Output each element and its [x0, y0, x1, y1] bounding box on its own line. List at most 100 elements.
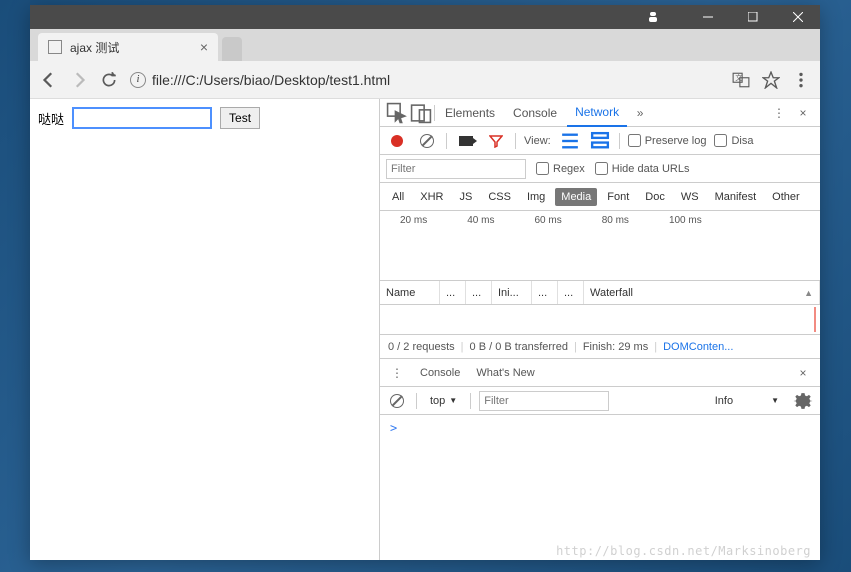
- status-finish: Finish: 29 ms: [583, 341, 648, 353]
- url-text: file:///C:/Users/biao/Desktop/test1.html: [152, 72, 390, 88]
- type-manifest[interactable]: Manifest: [709, 188, 763, 206]
- field-label: 哒哒: [38, 109, 64, 128]
- network-toolbar: View: Preserve log Disa: [380, 127, 820, 155]
- type-img[interactable]: Img: [521, 188, 551, 206]
- tab-console[interactable]: Console: [505, 100, 565, 126]
- hide-data-checkbox[interactable]: Hide data URLs: [595, 162, 690, 175]
- col-type[interactable]: ...: [466, 281, 492, 304]
- timeline-overview[interactable]: 20 ms 40 ms 60 ms 80 ms 100 ms: [380, 211, 820, 281]
- menu-icon[interactable]: [792, 71, 810, 89]
- col-status[interactable]: ...: [440, 281, 466, 304]
- browser-tabbar: ajax 测试 ×: [30, 29, 820, 61]
- svg-text:文: 文: [735, 73, 742, 82]
- tab-title: ajax 测试: [70, 39, 192, 56]
- forward-button[interactable]: [70, 71, 88, 89]
- type-js[interactable]: JS: [453, 188, 478, 206]
- text-input[interactable]: [72, 107, 212, 129]
- type-ws[interactable]: WS: [675, 188, 705, 206]
- context-dropdown[interactable]: top▼: [425, 392, 462, 410]
- inspect-icon[interactable]: [386, 102, 408, 124]
- divider: [470, 393, 471, 409]
- screenshot-icon[interactable]: [455, 130, 477, 152]
- tick: 20 ms: [400, 215, 427, 226]
- maximize-button[interactable]: [730, 5, 775, 29]
- level-dropdown[interactable]: Info ▼: [710, 392, 784, 410]
- tab-network[interactable]: Network: [567, 99, 627, 127]
- address-bar: i file:///C:/Users/biao/Desktop/test1.ht…: [30, 61, 820, 99]
- drawer-tab-whatsnew[interactable]: What's New: [472, 361, 538, 385]
- col-size[interactable]: ...: [532, 281, 558, 304]
- filter-toggle-icon[interactable]: [485, 130, 507, 152]
- close-button[interactable]: [775, 5, 820, 29]
- col-time[interactable]: ...: [558, 281, 584, 304]
- col-name[interactable]: Name: [380, 281, 440, 304]
- window-titlebar: [30, 5, 820, 29]
- view-list-icon[interactable]: [559, 130, 581, 152]
- divider: [446, 133, 447, 149]
- reload-button[interactable]: [100, 71, 118, 89]
- type-other[interactable]: Other: [766, 188, 806, 206]
- request-table-body: [380, 305, 820, 335]
- col-waterfall[interactable]: Waterfall▲: [584, 281, 820, 304]
- divider: [416, 393, 417, 409]
- view-label: View:: [524, 135, 551, 147]
- type-xhr[interactable]: XHR: [414, 188, 449, 206]
- user-icon[interactable]: [630, 5, 675, 29]
- back-button[interactable]: [40, 71, 58, 89]
- url-field[interactable]: i file:///C:/Users/biao/Desktop/test1.ht…: [130, 72, 720, 88]
- type-font[interactable]: Font: [601, 188, 635, 206]
- console-settings-icon[interactable]: [792, 390, 814, 412]
- drawer-tab-console[interactable]: Console: [416, 361, 464, 385]
- page-icon: [48, 40, 62, 54]
- devtools-menu-icon[interactable]: ⋮: [768, 102, 790, 124]
- devtools-tabbar: Elements Console Network » ⋮ ×: [380, 99, 820, 127]
- tick: 40 ms: [467, 215, 494, 226]
- devtools-panel: Elements Console Network » ⋮ × View:: [380, 99, 820, 560]
- filter-row: Regex Hide data URLs: [380, 155, 820, 183]
- network-status-bar: 0 / 2 requests | 0 B / 0 B transferred |…: [380, 335, 820, 359]
- console-filter-input[interactable]: [479, 391, 609, 411]
- site-info-icon[interactable]: i: [130, 72, 146, 88]
- regex-checkbox[interactable]: Regex: [536, 162, 585, 175]
- type-media[interactable]: Media: [555, 188, 597, 206]
- drawer-menu-icon[interactable]: ⋮: [386, 362, 408, 384]
- view-frame-icon[interactable]: [589, 130, 611, 152]
- console-toolbar: top▼ Info ▼: [380, 387, 820, 415]
- tick: 60 ms: [534, 215, 561, 226]
- minimize-button[interactable]: [685, 5, 730, 29]
- test-button[interactable]: Test: [220, 107, 260, 129]
- divider: [515, 133, 516, 149]
- divider: [619, 133, 620, 149]
- bookmark-icon[interactable]: [762, 71, 780, 89]
- col-initiator[interactable]: Ini...: [492, 281, 532, 304]
- browser-tab[interactable]: ajax 测试 ×: [38, 33, 218, 61]
- preserve-log-checkbox[interactable]: Preserve log: [628, 134, 707, 147]
- type-all[interactable]: All: [386, 188, 410, 206]
- record-button[interactable]: [386, 130, 408, 152]
- load-marker: [814, 307, 816, 332]
- drawer-close-icon[interactable]: ×: [792, 362, 814, 384]
- devtools-close-icon[interactable]: ×: [792, 102, 814, 124]
- network-filter-input[interactable]: [386, 159, 526, 179]
- status-requests: 0 / 2 requests: [388, 341, 455, 353]
- translate-icon[interactable]: 文: [732, 71, 750, 89]
- console-body[interactable]: >: [380, 415, 820, 560]
- request-type-tabs: All XHR JS CSS Img Media Font Doc WS Man…: [380, 183, 820, 211]
- new-tab-button[interactable]: [222, 37, 242, 61]
- tab-close-icon[interactable]: ×: [200, 39, 208, 55]
- disable-cache-checkbox[interactable]: Disa: [714, 134, 753, 147]
- browser-window: ajax 测试 × i file:///C:/Users/biao/Deskto…: [30, 5, 820, 560]
- page-body: 哒哒 Test: [30, 99, 380, 560]
- more-tabs-icon[interactable]: »: [629, 102, 651, 124]
- type-css[interactable]: CSS: [482, 188, 517, 206]
- request-table-header: Name ... ... Ini... ... ... Waterfall▲: [380, 281, 820, 305]
- clear-button[interactable]: [416, 130, 438, 152]
- divider: [434, 105, 435, 121]
- status-domcontent: DOMConten...: [663, 341, 733, 353]
- console-clear-icon[interactable]: [386, 390, 408, 412]
- tick: 80 ms: [602, 215, 629, 226]
- status-transferred: 0 B / 0 B transferred: [470, 341, 568, 353]
- device-toggle-icon[interactable]: [410, 102, 432, 124]
- type-doc[interactable]: Doc: [639, 188, 671, 206]
- tab-elements[interactable]: Elements: [437, 100, 503, 126]
